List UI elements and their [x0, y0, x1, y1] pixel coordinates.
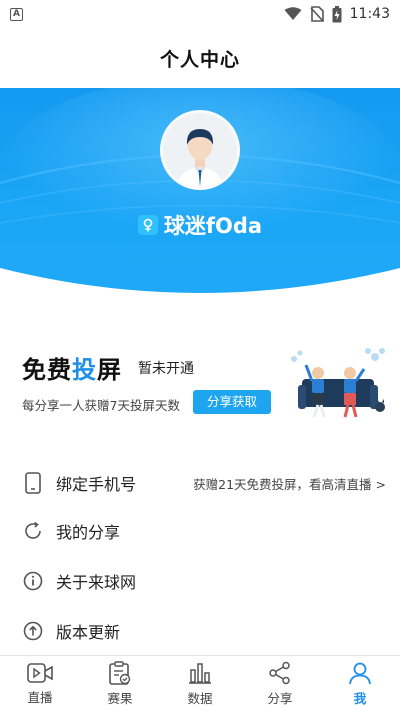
promo-title-part3: 屏 [97, 356, 122, 384]
menu-item-version-update[interactable]: 版本更新 [0, 606, 400, 656]
fans-watching-illustration [291, 348, 385, 418]
tab-label-live: 直播 [27, 689, 53, 705]
menu-label-version-update: 版本更新 [56, 623, 121, 642]
tab-label-data: 数据 [187, 690, 213, 706]
menu-item-bind-phone[interactable]: 绑定手机号 获赠21天免费投屏，看高清直播 > [0, 460, 400, 506]
avatar[interactable] [160, 110, 240, 190]
update-icon [22, 620, 44, 642]
notification-a-icon: A [10, 7, 23, 21]
share-refresh-icon [22, 520, 44, 542]
promo-description: 每分享一人获赠7天投屏天数 [22, 398, 180, 413]
info-icon [22, 570, 44, 592]
tab-label-results: 赛果 [107, 690, 133, 706]
share-get-button[interactable]: 分享获取 [193, 390, 271, 414]
share-icon [269, 661, 290, 684]
promo-title-part2: 投 [72, 356, 97, 384]
menu-label-my-share: 我的分享 [56, 523, 121, 542]
no-sim-icon [310, 6, 324, 22]
battery-charging-icon [332, 5, 342, 22]
menu-label-bind-phone: 绑定手机号 [56, 475, 137, 494]
menu-hint-bind-phone[interactable]: 获赠21天免费投屏，看高清直播 > [193, 474, 386, 493]
live-video-icon [27, 662, 53, 683]
tab-label-share: 分享 [267, 690, 293, 706]
menu-label-about: 关于来球网 [56, 573, 137, 592]
profile-icon [349, 662, 371, 684]
tab-results[interactable]: 赛果 [80, 656, 160, 711]
tab-live[interactable]: 直播 [0, 656, 80, 711]
profile-banner: 球迷fOda [0, 88, 400, 300]
menu-item-my-share[interactable]: 我的分享 [0, 506, 400, 556]
page-title: 个人中心 [159, 48, 240, 71]
username-row: 球迷fOda [0, 210, 400, 240]
promo-title-part1: 免费 [22, 356, 72, 384]
tab-share[interactable]: 分享 [240, 656, 320, 711]
page-header: 个人中心 [0, 28, 400, 88]
female-gender-icon [137, 215, 158, 235]
tab-data[interactable]: 数据 [160, 656, 240, 711]
default-avatar-icon [163, 113, 237, 187]
promo-title: 免费投屏 [22, 350, 122, 385]
tab-label-me: 我 [353, 690, 367, 706]
settings-menu: 绑定手机号 获赠21天免费投屏，看高清直播 > 我的分享 关于来球网 版本更新 [0, 460, 400, 656]
results-clipboard-icon [109, 660, 131, 685]
menu-item-about[interactable]: 关于来球网 [0, 556, 400, 606]
phone-icon [22, 472, 44, 494]
bar-chart-icon [189, 662, 211, 684]
bottom-tab-bar: 直播 赛果 数据 分享 我 [0, 655, 400, 711]
promo-status: 暂未开通 [138, 361, 194, 377]
tab-me[interactable]: 我 [320, 656, 400, 711]
status-time: 11:43 [349, 6, 390, 22]
wifi-icon [284, 7, 302, 20]
username: 球迷fOda [163, 214, 263, 238]
free-cast-promo: 免费投屏 暂未开通 每分享一人获赠7天投屏天数 分享获取 [0, 340, 400, 430]
status-bar: A 11:43 [0, 0, 400, 28]
